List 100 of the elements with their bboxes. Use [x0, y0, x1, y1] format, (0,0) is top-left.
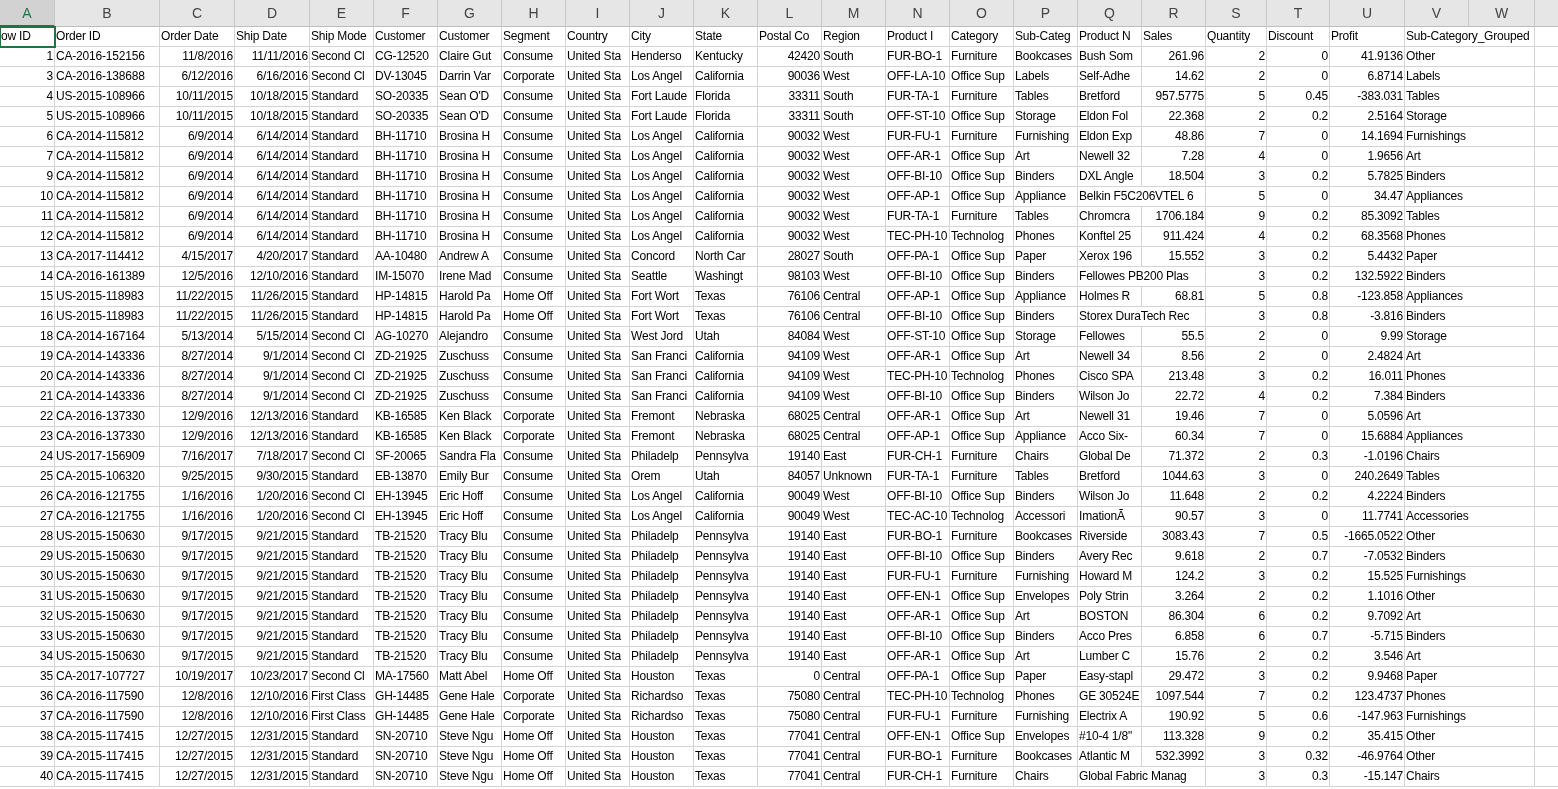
table-cell: US-2015-150630 — [55, 587, 160, 607]
table-cell: DV-13045 — [374, 67, 438, 87]
column-letter[interactable]: C — [160, 0, 235, 27]
table-cell: Standard — [310, 607, 374, 627]
table-cell: FUR-BO-1 — [886, 47, 950, 67]
table-cell: 5 — [1206, 287, 1267, 307]
table-cell: 0.2 — [1267, 167, 1330, 187]
table-cell: SO-20335 — [374, 87, 438, 107]
column-letter[interactable]: V — [1405, 0, 1469, 27]
column-letter[interactable]: L — [758, 0, 822, 27]
column-letter[interactable]: T — [1267, 0, 1330, 27]
table-cell: 90036 — [758, 67, 822, 87]
table-cell: 34.47 — [1330, 187, 1405, 207]
table-cell: 19140 — [758, 587, 822, 607]
table-cell: Tracy Blu — [438, 547, 502, 567]
table-cell: Art — [1405, 147, 1535, 167]
table-cell: First Class — [310, 707, 374, 727]
table-cell: 911.424 — [1142, 227, 1206, 247]
table-cell: 4/20/2017 — [235, 247, 310, 267]
column-letter[interactable]: H — [502, 0, 566, 27]
column-letter[interactable]: J — [630, 0, 694, 27]
table-cell: Art — [1405, 647, 1535, 667]
table-cell: 1/20/2016 — [235, 507, 310, 527]
table-cell: 19140 — [758, 527, 822, 547]
table-cell: OFF-BI-10 — [886, 487, 950, 507]
column-letter[interactable]: D — [235, 0, 310, 27]
table-cell: Acco Pres — [1078, 627, 1142, 647]
table-cell: 98103 — [758, 267, 822, 287]
column-letter[interactable]: Q — [1078, 0, 1142, 27]
table-cell: 0 — [1267, 67, 1330, 87]
table-cell: Storex DuraTech Rec — [1078, 307, 1206, 327]
table-cell: 8/27/2014 — [160, 367, 235, 387]
table-cell: 77041 — [758, 767, 822, 787]
table-cell: 18 — [0, 327, 55, 347]
table-cell: 9/25/2015 — [160, 467, 235, 487]
column-letter[interactable]: K — [694, 0, 758, 27]
table-cell: Paper — [1014, 667, 1078, 687]
table-cell: 0.2 — [1267, 727, 1330, 747]
table-cell: DXL Angle — [1078, 167, 1142, 187]
column-letter[interactable]: O — [950, 0, 1014, 27]
table-cell: CA-2014-143336 — [55, 367, 160, 387]
table-cell: 41.9136 — [1330, 47, 1405, 67]
table-cell: United Sta — [566, 187, 630, 207]
table-cell: 10/23/2017 — [235, 667, 310, 687]
table-cell: OFF-PA-1 — [886, 247, 950, 267]
table-cell: 0.2 — [1267, 587, 1330, 607]
column-letter[interactable]: S — [1206, 0, 1267, 27]
table-cell: US-2015-150630 — [55, 567, 160, 587]
column-letter[interactable]: E — [310, 0, 374, 27]
table-cell: California — [694, 387, 758, 407]
column-letter[interactable]: I — [566, 0, 630, 27]
column-letter[interactable]: N — [886, 0, 950, 27]
table-cell: Harold Pa — [438, 307, 502, 327]
table-cell: SN-20710 — [374, 727, 438, 747]
table-cell: East — [822, 647, 886, 667]
table-cell: Other — [1405, 527, 1535, 547]
table-cell: Tables — [1014, 207, 1078, 227]
column-letter[interactable]: A — [0, 0, 55, 27]
table-cell: CA-2016-117590 — [55, 687, 160, 707]
table-cell: 5 — [1206, 707, 1267, 727]
table-cell: #10-4 1/8" — [1078, 727, 1142, 747]
column-letter[interactable]: U — [1330, 0, 1405, 27]
table-cell: 10/18/2015 — [235, 107, 310, 127]
column-letter[interactable]: R — [1142, 0, 1206, 27]
column-letter[interactable]: M — [822, 0, 886, 27]
table-cell: 0.2 — [1267, 667, 1330, 687]
table-cell: 90049 — [758, 487, 822, 507]
table-cell: 0 — [1267, 127, 1330, 147]
table-cell: 33 — [0, 627, 55, 647]
table-cell: Wilson Jo — [1078, 487, 1142, 507]
table-cell: Nebraska — [694, 407, 758, 427]
table-cell: Bookcases — [1014, 747, 1078, 767]
table-cell: 0.2 — [1267, 247, 1330, 267]
table-cell: United Sta — [566, 547, 630, 567]
table-cell: Labels — [1014, 67, 1078, 87]
column-letter[interactable]: W — [1469, 0, 1535, 27]
table-cell: 6 — [0, 127, 55, 147]
table-cell: 28027 — [758, 247, 822, 267]
table-cell: Furnishings — [1405, 567, 1535, 587]
table-cell: 2 — [1206, 447, 1267, 467]
table-cell: United Sta — [566, 587, 630, 607]
column-letter[interactable]: P — [1014, 0, 1078, 27]
table-cell: CA-2015-117415 — [55, 747, 160, 767]
table-cell: 9/21/2015 — [235, 587, 310, 607]
table-cell: 2 — [1206, 327, 1267, 347]
table-cell: Consume — [502, 167, 566, 187]
table-cell: Los Angel — [630, 207, 694, 227]
table-cell: Bretford — [1078, 467, 1142, 487]
column-letter[interactable]: G — [438, 0, 502, 27]
column-letter[interactable]: F — [374, 0, 438, 27]
table-cell: 5.4432 — [1330, 247, 1405, 267]
table-cell: 90032 — [758, 187, 822, 207]
table-cell: Los Angel — [630, 487, 694, 507]
column-letter[interactable]: B — [55, 0, 160, 27]
table-cell: 9.618 — [1142, 547, 1206, 567]
table-cell: 0.2 — [1267, 107, 1330, 127]
table-cell: Appliance — [1014, 187, 1078, 207]
table-cell: Eldon Fol — [1078, 107, 1142, 127]
table-cell: FUR-TA-1 — [886, 207, 950, 227]
table-cell: Furniture — [950, 127, 1014, 147]
